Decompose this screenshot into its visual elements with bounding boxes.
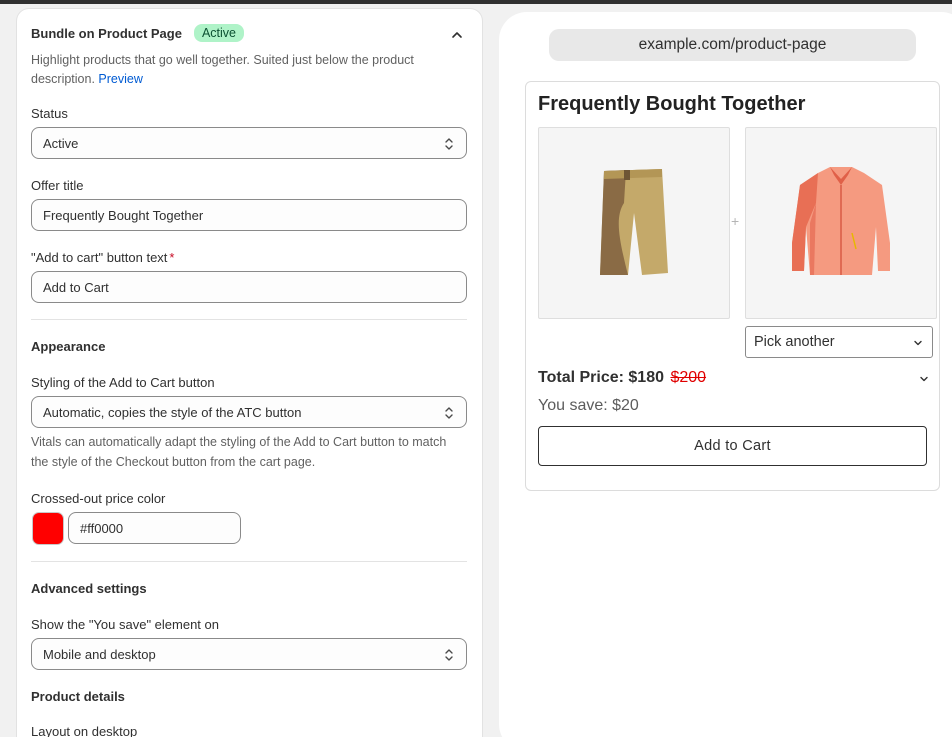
url-bar: example.com/product-page [549,29,916,61]
product-card-shirt[interactable] [745,127,937,319]
widget-title: Frequently Bought Together [538,93,806,115]
you-save-value: Mobile and desktop [43,646,156,662]
offer-title-input[interactable]: Frequently Bought Together [31,199,467,231]
status-badge: Active [193,24,245,42]
offer-title-label: Offer title [31,178,84,193]
atc-text-input[interactable]: Add to Cart [31,271,467,303]
color-swatch[interactable] [32,512,64,545]
styling-select[interactable]: Automatic, copies the style of the ATC b… [31,396,467,428]
total-label: Total Price: [538,369,624,386]
you-save-label: Show the "You save" element on [31,617,219,632]
styling-value: Automatic, copies the style of the ATC b… [43,404,302,420]
chevron-down-icon[interactable] [918,373,930,385]
crossed-out-label: Crossed-out price color [31,491,166,506]
status-label: Status [31,106,68,121]
styling-help-text: Vitals can automatically adapt the styli… [31,435,447,469]
status-value: Active [43,135,79,151]
select-arrows-icon [445,649,453,661]
select-arrows-icon [445,138,453,150]
add-to-cart-button[interactable]: Add to Cart [538,426,927,466]
collapse-button[interactable] [447,25,467,45]
atc-text-label-text: "Add to cart" button text [31,250,168,265]
required-mark: * [169,250,175,265]
bundle-widget: Frequently Bought Together + Pick anothe… [525,81,940,491]
product-card-shorts[interactable] [538,127,730,319]
settings-card: Bundle on Product Page Active Highlight … [17,9,482,737]
section-description: Highlight products that go well together… [31,51,461,89]
pick-another-label: Pick another [754,334,835,350]
advanced-heading: Advanced settings [31,581,147,596]
product-details-heading: Product details [31,689,125,704]
divider [31,319,467,320]
chevron-down-icon [914,340,922,346]
appearance-heading: Appearance [31,339,106,354]
description-text: Highlight products that go well together… [31,53,414,86]
preview-link[interactable]: Preview [98,72,142,86]
color-hex-input[interactable]: #ff0000 [68,512,241,544]
atc-text-label: "Add to cart" button text * [31,250,174,265]
top-bar [0,0,952,4]
styling-label: Styling of the Add to Cart button [31,375,215,390]
section-header: Bundle on Product Page Active [31,24,245,42]
total-value: $180 [628,369,664,386]
total-price: Total Price: $180 $200 [538,369,706,387]
layout-desktop-label: Layout on desktop [31,724,138,737]
you-save-text: You save: $20 [538,397,639,414]
status-select[interactable]: Active [31,127,467,159]
color-hex-value: #ff0000 [80,520,124,536]
atc-text-value: Add to Cart [43,279,109,295]
divider [31,561,467,562]
shorts-icon [600,169,668,275]
you-save-select[interactable]: Mobile and desktop [31,638,467,670]
offer-title-value: Frequently Bought Together [43,207,204,223]
shirt-icon [792,167,890,275]
pick-another-select[interactable]: Pick another [745,326,933,358]
old-price: $200 [670,369,707,386]
plus-sign: + [731,213,740,229]
section-title: Bundle on Product Page [31,25,182,41]
select-arrows-icon [445,407,453,419]
chevron-up-icon [452,32,462,38]
